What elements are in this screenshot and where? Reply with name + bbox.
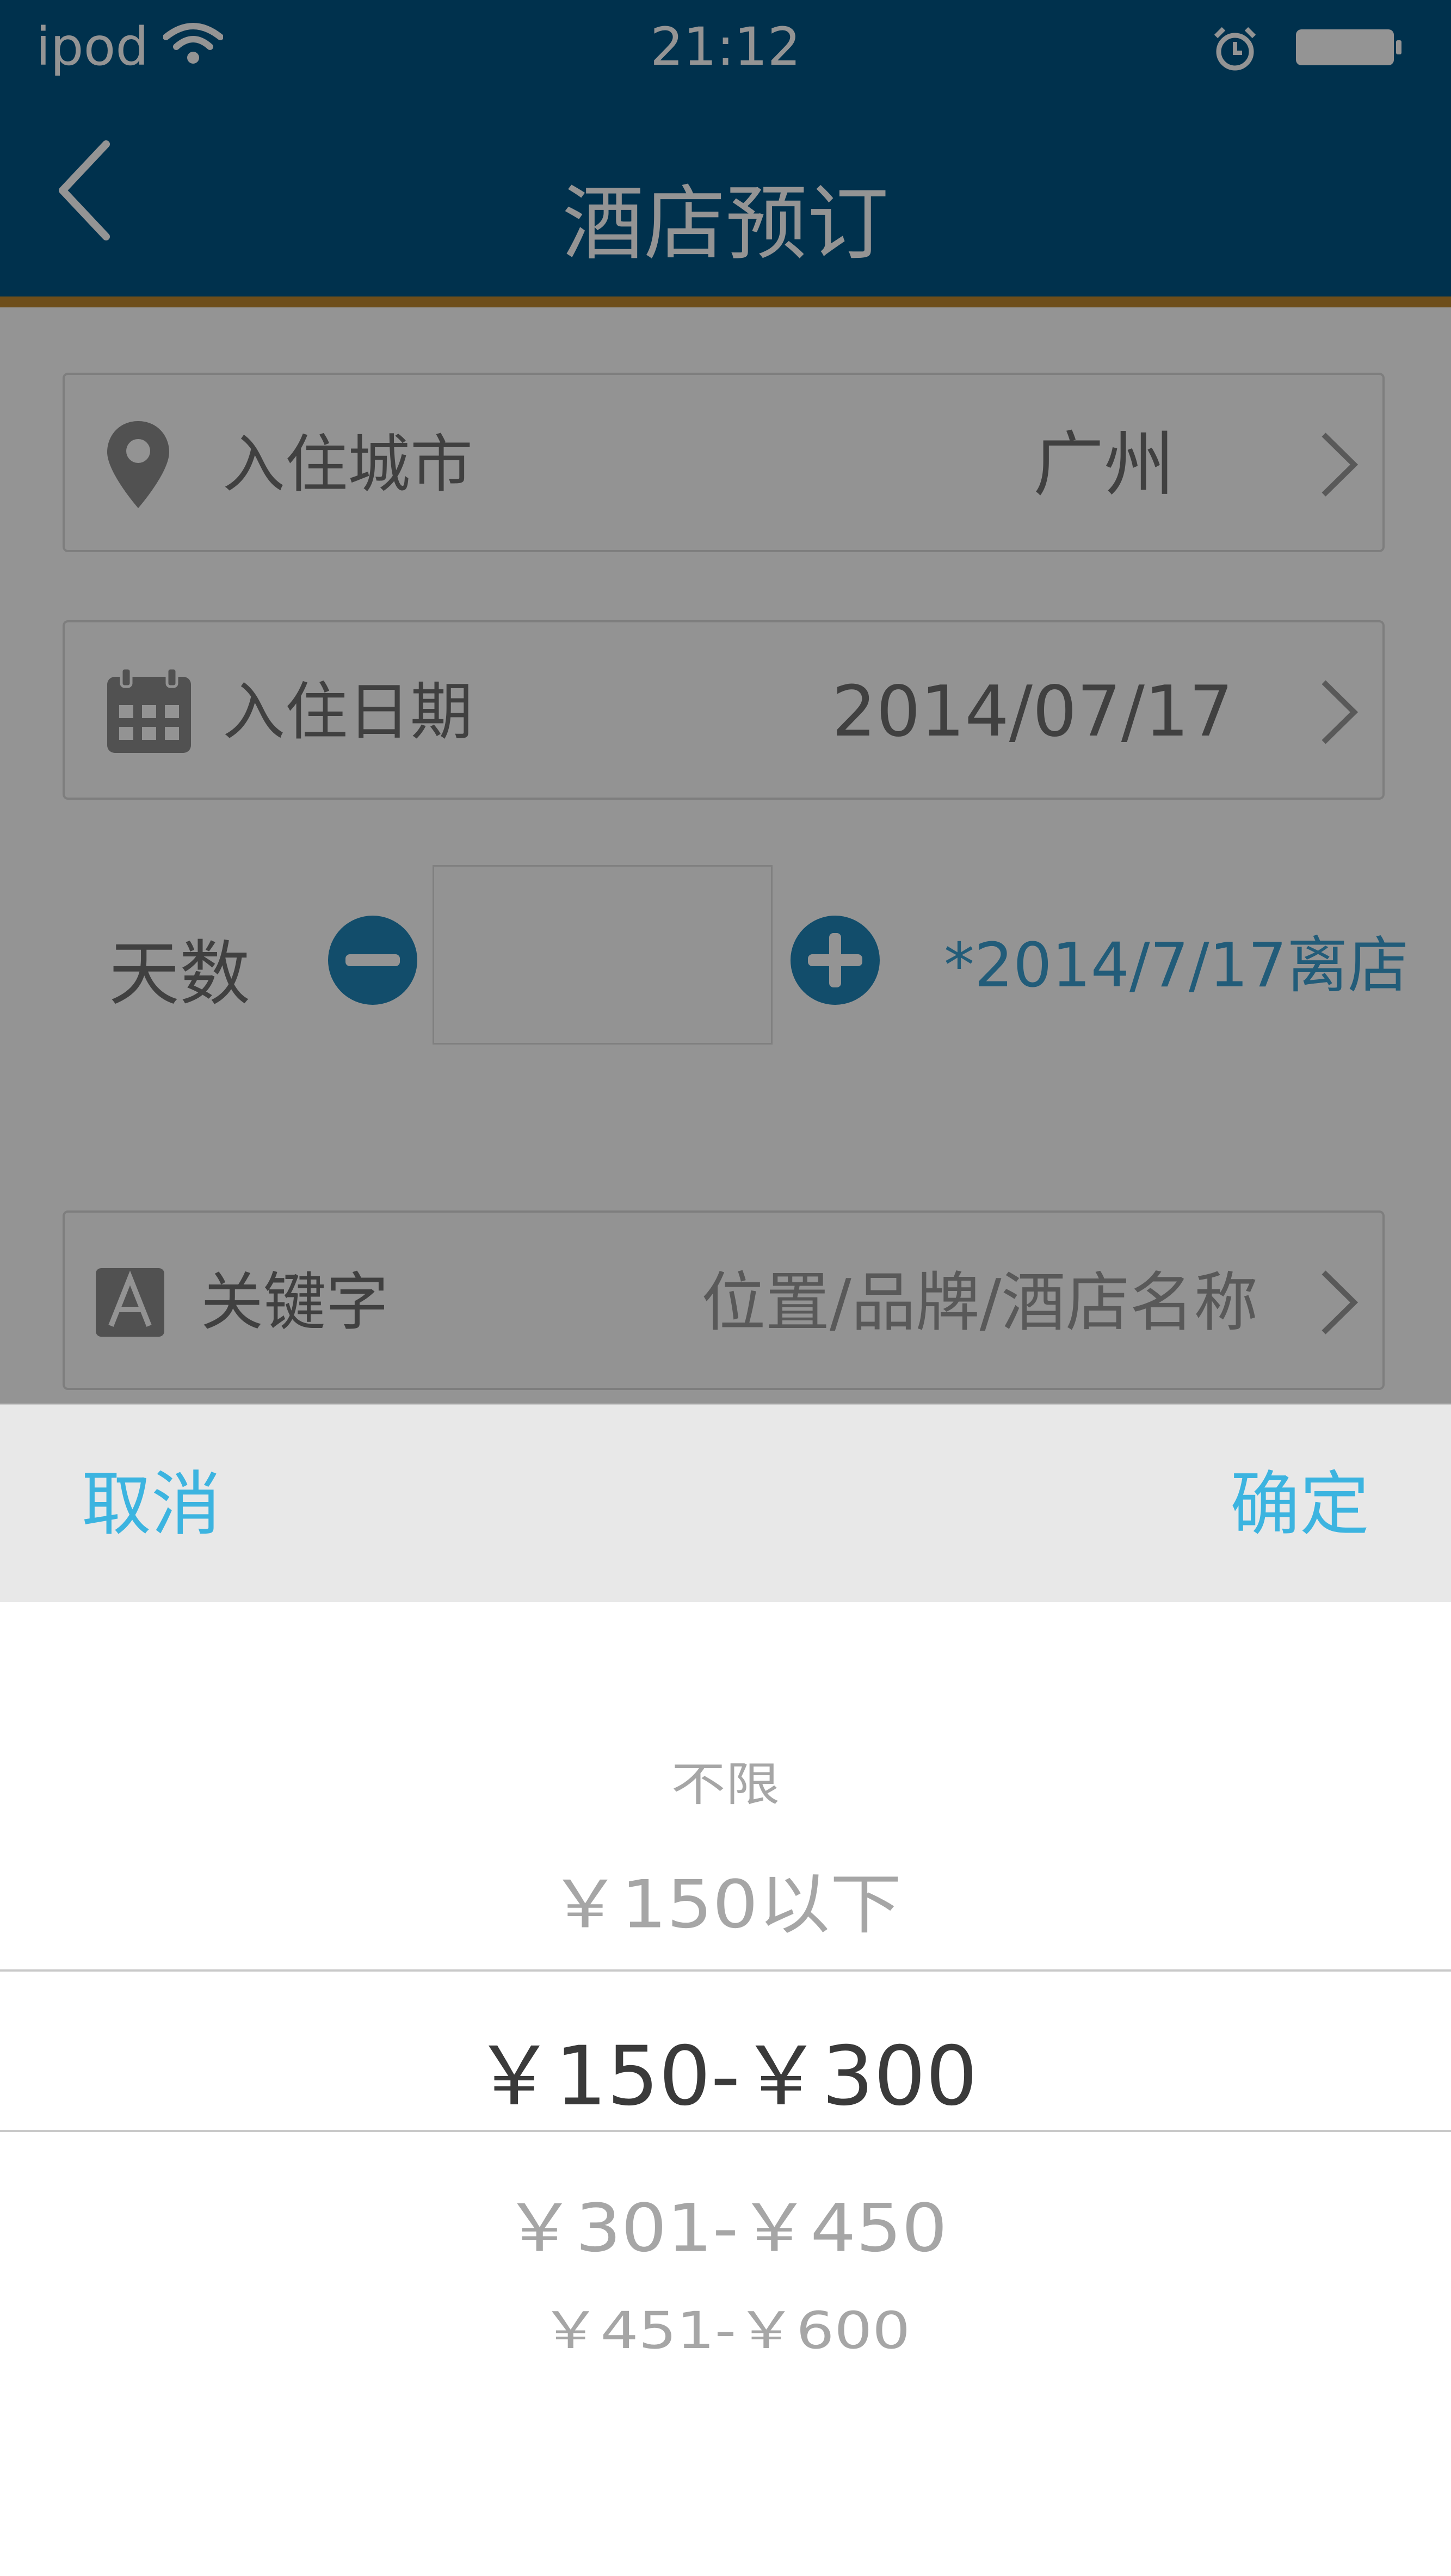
selection-top-line [0, 1969, 1451, 1972]
confirm-button[interactable]: 确定 [1230, 1405, 1369, 1604]
picker-option[interactable]: ￥451-￥600 [0, 2289, 1451, 2363]
picker-option[interactable]: 不限 [0, 1747, 1451, 1814]
picker-option-selected[interactable]: ￥150-￥300 [0, 2010, 1451, 2128]
selection-bottom-line [0, 2130, 1451, 2132]
picker-option[interactable]: ￥150以下 [0, 1851, 1451, 1947]
hotel-booking-page: ipod 21:12 酒店预订 入住城市 广州 入住日期 2014/07/17 … [0, 0, 1451, 1404]
price-picker[interactable]: 不限 ￥150以下 ￥150-￥300 ￥301-￥450 ￥451-￥600 [0, 1602, 1451, 2576]
picker-option[interactable]: ￥301-￥450 [0, 2175, 1451, 2271]
cancel-button[interactable]: 取消 [82, 1405, 221, 1604]
screen: ipod 21:12 酒店预订 入住城市 广州 入住日期 2014/07/17 … [0, 0, 1451, 2576]
picker-toolbar: 取消 确定 [0, 1404, 1451, 1602]
modal-overlay[interactable] [0, 0, 1451, 1404]
